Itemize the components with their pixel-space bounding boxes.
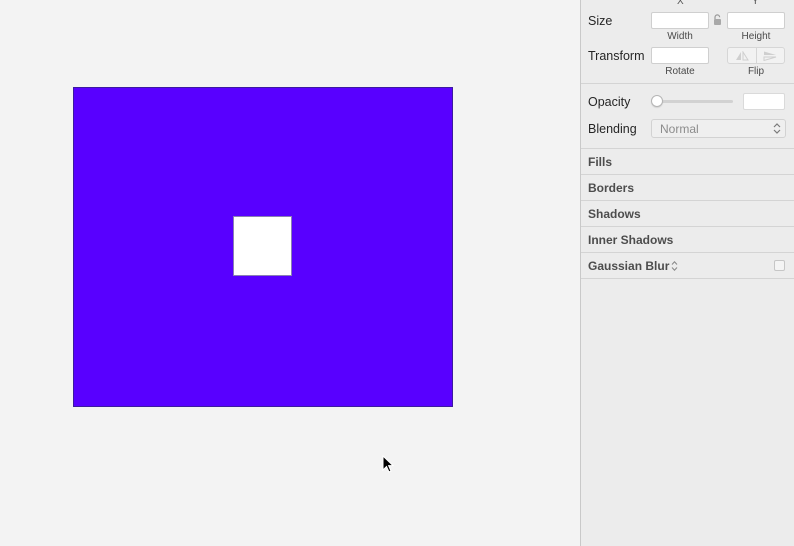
opacity-slider-track[interactable] [657, 100, 733, 103]
divider [581, 226, 794, 227]
mouse-pointer-icon [382, 455, 394, 473]
rotate-field[interactable] [651, 47, 709, 64]
height-label: Height [741, 31, 771, 42]
fills-section-header[interactable]: Fills [588, 155, 612, 169]
flip-label: Flip [747, 66, 765, 77]
shadows-section-header[interactable]: Shadows [588, 207, 641, 221]
lock-icon[interactable] [713, 14, 722, 26]
flip-vertical-button[interactable] [755, 48, 785, 63]
blending-label: Blending [588, 122, 637, 136]
blending-select[interactable]: Normal [651, 119, 786, 138]
size-label: Size [588, 14, 613, 28]
canvas[interactable] [0, 0, 580, 546]
blending-value: Normal [660, 122, 699, 136]
flip-horizontal-icon [735, 50, 749, 60]
opacity-label: Opacity [588, 95, 631, 109]
blur-type-chevron-icon[interactable] [671, 260, 678, 272]
opacity-field[interactable] [743, 93, 785, 110]
divider [581, 200, 794, 201]
transform-label: Transform [588, 49, 645, 63]
white-square[interactable] [233, 216, 292, 276]
divider [581, 148, 794, 149]
divider [581, 174, 794, 175]
gaussian-blur-section-header[interactable]: Gaussian Blur [588, 259, 669, 273]
rotate-label: Rotate [665, 66, 695, 77]
divider [581, 252, 794, 253]
width-field[interactable] [651, 12, 709, 29]
flip-control [727, 47, 785, 64]
width-label: Width [667, 31, 693, 42]
divider [581, 83, 794, 84]
divider [581, 278, 794, 279]
inner-shadows-section-header[interactable]: Inner Shadows [588, 233, 673, 247]
borders-section-header[interactable]: Borders [588, 181, 634, 195]
flip-vertical-icon [763, 51, 777, 61]
y-axis-label: Y [752, 0, 759, 7]
gaussian-blur-checkbox[interactable] [774, 260, 785, 271]
inspector-panel: X Y Size Width Height Transform Rotate F… [580, 0, 794, 546]
x-axis-label: X [677, 0, 684, 7]
chevron-updown-icon [773, 123, 781, 134]
height-field[interactable] [727, 12, 785, 29]
flip-horizontal-button[interactable] [728, 48, 756, 63]
opacity-slider-knob[interactable] [651, 95, 663, 107]
